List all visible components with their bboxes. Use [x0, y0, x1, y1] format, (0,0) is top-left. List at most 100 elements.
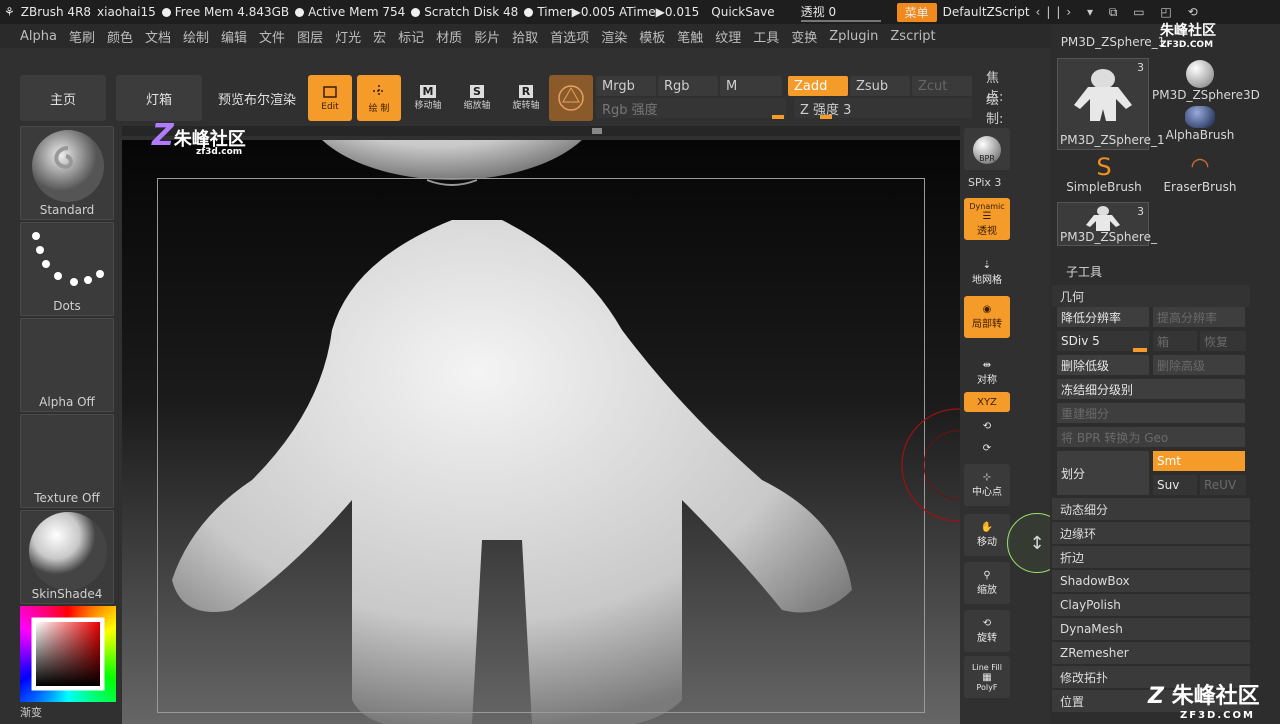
divide-button[interactable]: 划分	[1057, 451, 1149, 495]
menu-item[interactable]: 渲染	[601, 27, 627, 46]
z-intensity-handle[interactable]	[820, 115, 832, 119]
tool-zsphere3d[interactable]: PM3D_ZSphere3D	[1152, 60, 1260, 102]
dynamesh-section[interactable]: DynaMesh	[1052, 618, 1250, 640]
rgb-intensity-handle[interactable]	[772, 115, 784, 119]
canvas-viewport[interactable]	[122, 140, 960, 724]
center-point-button[interactable]: ⊹ 中心点	[964, 464, 1010, 506]
local-transform-button[interactable]: ◉ 局部转	[964, 296, 1010, 338]
brush-slot[interactable]: Standard	[20, 126, 114, 220]
material-sphere-button[interactable]	[549, 75, 593, 121]
menu-item[interactable]: 绘制	[183, 27, 209, 46]
rgb-toggle[interactable]: Rgb	[658, 76, 718, 96]
scale-button[interactable]: S 缩放轴	[455, 75, 499, 121]
zcut-toggle[interactable]: Zcut	[912, 76, 972, 96]
freeze-subdiv-button[interactable]: 冻结细分级别	[1057, 379, 1245, 399]
menu-item[interactable]: 文件	[259, 27, 285, 46]
tool-alphabrush[interactable]: AlphaBrush	[1152, 106, 1248, 142]
saturation-box[interactable]	[36, 622, 100, 686]
menu-item[interactable]: 首选项	[550, 27, 589, 46]
rotate-z-icon[interactable]: ⟳	[964, 438, 1010, 458]
reuv-button[interactable]: ReUV	[1200, 475, 1246, 495]
quicksave-button[interactable]: QuickSave	[711, 5, 774, 19]
claypolish-section[interactable]: ClayPolish	[1052, 594, 1250, 616]
menu-item[interactable]: 颜色	[107, 27, 133, 46]
crease-section[interactable]: 折边	[1052, 546, 1250, 568]
floor-grid-button[interactable]: ⇣ 地网格	[964, 252, 1010, 294]
smt-toggle[interactable]: Smt	[1153, 451, 1245, 471]
rotate-y-icon[interactable]: ⟲	[964, 416, 1010, 436]
menu-item[interactable]: 编辑	[221, 27, 247, 46]
cage-button[interactable]: 箱	[1153, 331, 1197, 351]
del-higher-button[interactable]: 删除高级	[1153, 355, 1245, 375]
del-lower-button[interactable]: 删除低级	[1057, 355, 1149, 375]
color-picker[interactable]	[20, 606, 116, 702]
edge-loop-section[interactable]: 边缘环	[1052, 522, 1250, 544]
mrgb-toggle[interactable]: Mrgb	[596, 76, 656, 96]
menu-item[interactable]: 笔刷	[69, 27, 95, 46]
top-scrollbar[interactable]	[122, 126, 960, 136]
geometry-header[interactable]: 几何	[1052, 285, 1250, 307]
menu-item[interactable]: 标记	[398, 27, 424, 46]
symmetry-button[interactable]: ⇹ 对称	[964, 352, 1010, 394]
menu-item[interactable]: 工具	[753, 27, 779, 46]
gizmo-ring-icon[interactable]	[892, 405, 960, 525]
menu-item[interactable]: 纹理	[715, 27, 741, 46]
layout-icons[interactable]: ‹||› ▾ ⧉ ▭ ◰ ⟲	[1036, 5, 1204, 20]
sdiv-handle[interactable]	[1133, 348, 1147, 352]
menu-item[interactable]: 文档	[145, 27, 171, 46]
edit-button[interactable]: Edit	[308, 75, 352, 121]
m-toggle[interactable]: M	[720, 76, 782, 96]
transparency-slider[interactable]: 透视 0	[800, 3, 881, 22]
lower-res-button[interactable]: 降低分辨率	[1057, 307, 1149, 327]
tool-name-top[interactable]: PM3D_ZSphere_1	[1058, 35, 1168, 49]
menu-item[interactable]: 变换	[791, 27, 817, 46]
dynamic-subdiv-section[interactable]: 动态细分	[1052, 498, 1250, 520]
spix-slider[interactable]: SPix 3	[968, 176, 1001, 189]
home-button[interactable]: 主页	[20, 75, 106, 121]
menu-item[interactable]: 图层	[297, 27, 323, 46]
shadowbox-section[interactable]: ShadowBox	[1052, 570, 1250, 592]
rgb-intensity-slider[interactable]: Rgb 强度	[596, 98, 786, 118]
menu-item[interactable]: 拾取	[512, 27, 538, 46]
reconstruct-button[interactable]: 恢复	[1200, 331, 1246, 351]
tool-simplebrush[interactable]: S SimpleBrush	[1058, 154, 1150, 194]
draw-button[interactable]: 绘 制	[357, 75, 401, 121]
zoom-view-button[interactable]: ⚲ 缩放	[964, 562, 1010, 604]
lightbox-button[interactable]: 灯箱	[116, 75, 202, 121]
menu-item[interactable]: 灯光	[335, 27, 361, 46]
alpha-slot[interactable]: Alpha Off	[20, 318, 114, 412]
menu-item[interactable]: 笔触	[677, 27, 703, 46]
move-view-button[interactable]: ✋ 移动	[964, 514, 1010, 556]
suv-toggle[interactable]: Suv	[1153, 475, 1197, 495]
menu-item[interactable]: Zscript	[890, 29, 935, 44]
zremesher-section[interactable]: ZRemesher	[1052, 642, 1250, 664]
higher-res-button[interactable]: 提高分辨率	[1153, 307, 1245, 327]
menu-item[interactable]: Zplugin	[829, 29, 878, 44]
menu-item[interactable]: 影片	[474, 27, 500, 46]
rotate-view-button[interactable]: ⟲ 旋转	[964, 610, 1010, 652]
perspective-button[interactable]: Dynamic ☰ 透视	[964, 198, 1010, 240]
xyz-button[interactable]: XYZ	[964, 392, 1010, 412]
tool-eraserbrush[interactable]: ◠ EraserBrush	[1152, 154, 1248, 194]
bpr-to-geo-button[interactable]: 将 BPR 转换为 Geo	[1057, 427, 1245, 447]
move-button[interactable]: M 移动轴	[406, 75, 450, 121]
menu-item[interactable]: 模板	[639, 27, 665, 46]
bpr-button[interactable]: 预览布尔渲染	[212, 75, 302, 121]
default-zscript[interactable]: DefaultZScript	[943, 5, 1030, 19]
bpr-render-button[interactable]: BPR	[964, 128, 1010, 170]
material-slot[interactable]: SkinShade4	[20, 510, 114, 604]
tool-thumb-zsphere-1[interactable]: 3 PM3D_ZSphere_1	[1057, 58, 1165, 150]
rotate-button[interactable]: R 旋转轴	[504, 75, 548, 121]
stroke-slot[interactable]: Dots	[20, 222, 114, 316]
menu-button[interactable]: 菜单	[896, 2, 937, 22]
linefill-button[interactable]: Line Fill ▦ PolyF	[964, 656, 1010, 698]
texture-slot[interactable]: Texture Off	[20, 414, 114, 508]
zsub-toggle[interactable]: Zsub	[850, 76, 910, 96]
menu-item[interactable]: Alpha	[20, 29, 57, 44]
tool-thumb-zsphere-2[interactable]: 3 PM3D_ZSphere_	[1057, 202, 1157, 246]
subtool-header[interactable]: 子工具	[1066, 263, 1102, 280]
menu-item[interactable]: 材质	[436, 27, 462, 46]
menu-item[interactable]: 宏	[373, 27, 386, 46]
zadd-toggle[interactable]: Zadd	[788, 76, 848, 96]
rebuild-subdiv-button[interactable]: 重建细分	[1057, 403, 1245, 423]
